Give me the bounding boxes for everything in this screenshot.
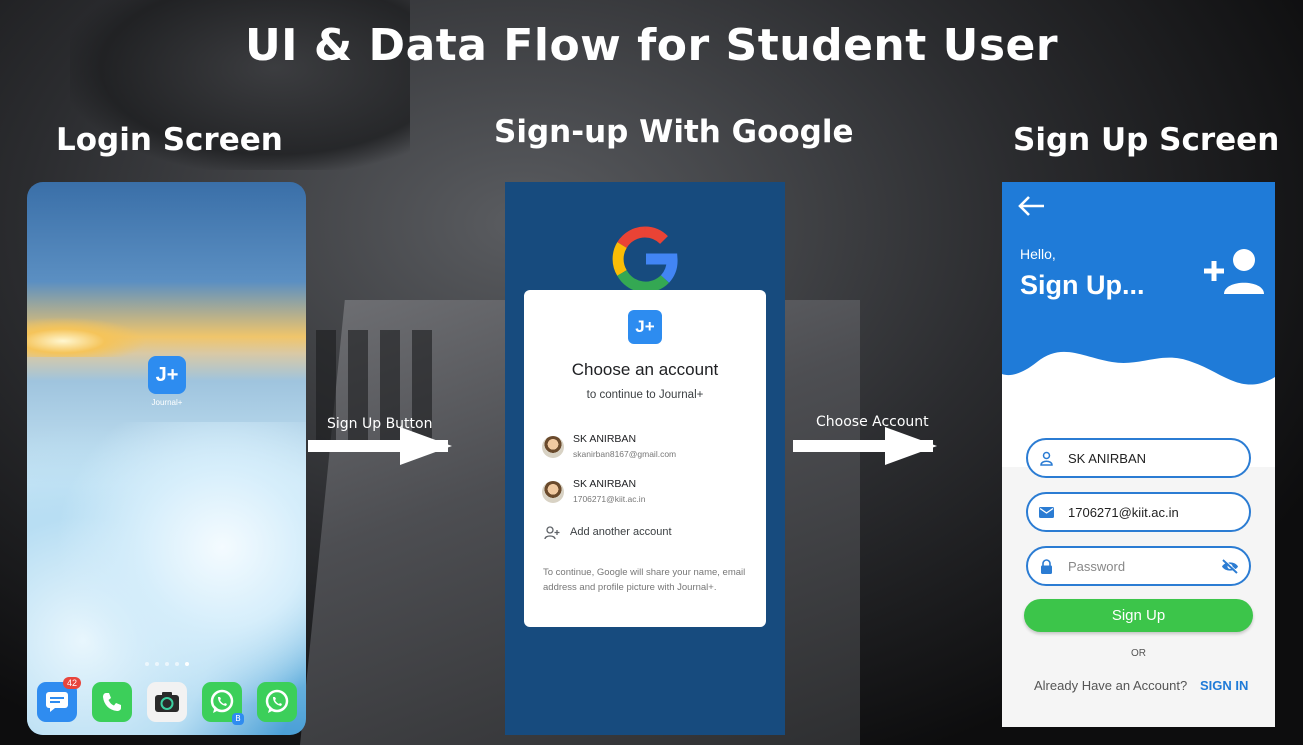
privacy-note: To continue, Google will share your name… (543, 567, 746, 593)
flow-arrow-choose (793, 427, 937, 465)
name-value: SK ANIRBAN (1068, 451, 1147, 466)
already-account-text: Already Have an Account? (1034, 678, 1188, 693)
messages-badge: 42 (62, 677, 81, 689)
hello-text: Hello, (1020, 246, 1056, 262)
add-another-account[interactable]: Add another account (542, 524, 752, 544)
chooser-subtitle: to continue to Journal+ (586, 389, 704, 401)
whatsapp-icon[interactable] (257, 682, 297, 722)
camera-icon[interactable] (147, 682, 187, 722)
avatar (542, 436, 564, 458)
login-screen-phone: J+ Journal+ 42 B (27, 182, 306, 735)
email-field[interactable]: 1706271@kiit.ac.in (1026, 492, 1251, 532)
account-name: SK ANIRBAN (573, 478, 637, 490)
password-placeholder: Password (1068, 559, 1126, 574)
google-logo-icon (612, 226, 678, 293)
eye-off-icon[interactable] (1221, 559, 1239, 574)
page-dot (155, 662, 159, 666)
google-signup-heading: Sign-up With Google (494, 114, 854, 150)
account-email: 1706271@kiit.ac.in (573, 494, 646, 504)
journal-logo: J+ (628, 310, 662, 344)
email-value: 1706271@kiit.ac.in (1068, 505, 1179, 520)
signup-title: Sign Up... (1020, 270, 1145, 300)
phone-icon[interactable] (92, 682, 132, 722)
signin-link[interactable]: SIGN IN (1200, 678, 1248, 693)
slide-title: UI & Data Flow for Student User (244, 20, 1059, 71)
account-item[interactable]: SK ANIRBAN 1706271@kiit.ac.in (542, 476, 762, 510)
account-email: skanirban8167@gmail.com (573, 449, 677, 459)
avatar (542, 481, 564, 503)
google-signup-phone: J+ Choose an account to continue to Jour… (505, 182, 785, 735)
whatsapp-icon[interactable]: B (202, 682, 244, 725)
page-dot-active (185, 662, 189, 666)
add-account-label: Add another account (570, 526, 672, 538)
journal-app-icon[interactable]: J+ (148, 356, 186, 394)
account-chooser-card: J+ Choose an account to continue to Jour… (524, 290, 766, 627)
or-divider: OR (1131, 648, 1146, 659)
whatsapp-business-badge: B (232, 713, 244, 725)
page-dot (175, 662, 179, 666)
name-field[interactable]: SK ANIRBAN (1026, 438, 1251, 478)
login-screen-heading: Login Screen (56, 122, 283, 158)
chooser-title: Choose an account (571, 360, 719, 379)
journal-app-label: Journal+ (151, 398, 183, 407)
email-icon (1039, 507, 1054, 518)
page-dot (165, 662, 169, 666)
account-name: SK ANIRBAN (573, 433, 637, 445)
signup-button[interactable]: Sign Up (1024, 599, 1253, 632)
signup-screen-heading: Sign Up Screen (1013, 122, 1280, 158)
back-arrow-icon[interactable] (1016, 194, 1046, 218)
messages-icon[interactable]: 42 (37, 677, 81, 722)
password-field[interactable]: Password (1026, 546, 1251, 586)
add-person-icon (544, 526, 560, 540)
flow-label-signup-button: Sign Up Button (327, 416, 433, 432)
flow-arrow-signup (308, 427, 452, 465)
page-dot (145, 662, 149, 666)
flow-label-choose-account: Choose Account (816, 414, 929, 430)
sunset-glow (27, 317, 147, 357)
lock-icon (1041, 559, 1052, 574)
add-user-icon (1204, 249, 1264, 294)
signup-screen-phone: Hello, Sign Up... SK ANIRBAN 1706271@kii… (1002, 182, 1275, 727)
app-dock: 42 B (37, 677, 297, 725)
account-item[interactable]: SK ANIRBAN skanirban8167@gmail.com (542, 431, 762, 465)
page-indicator (145, 662, 189, 666)
person-icon (1040, 451, 1053, 466)
